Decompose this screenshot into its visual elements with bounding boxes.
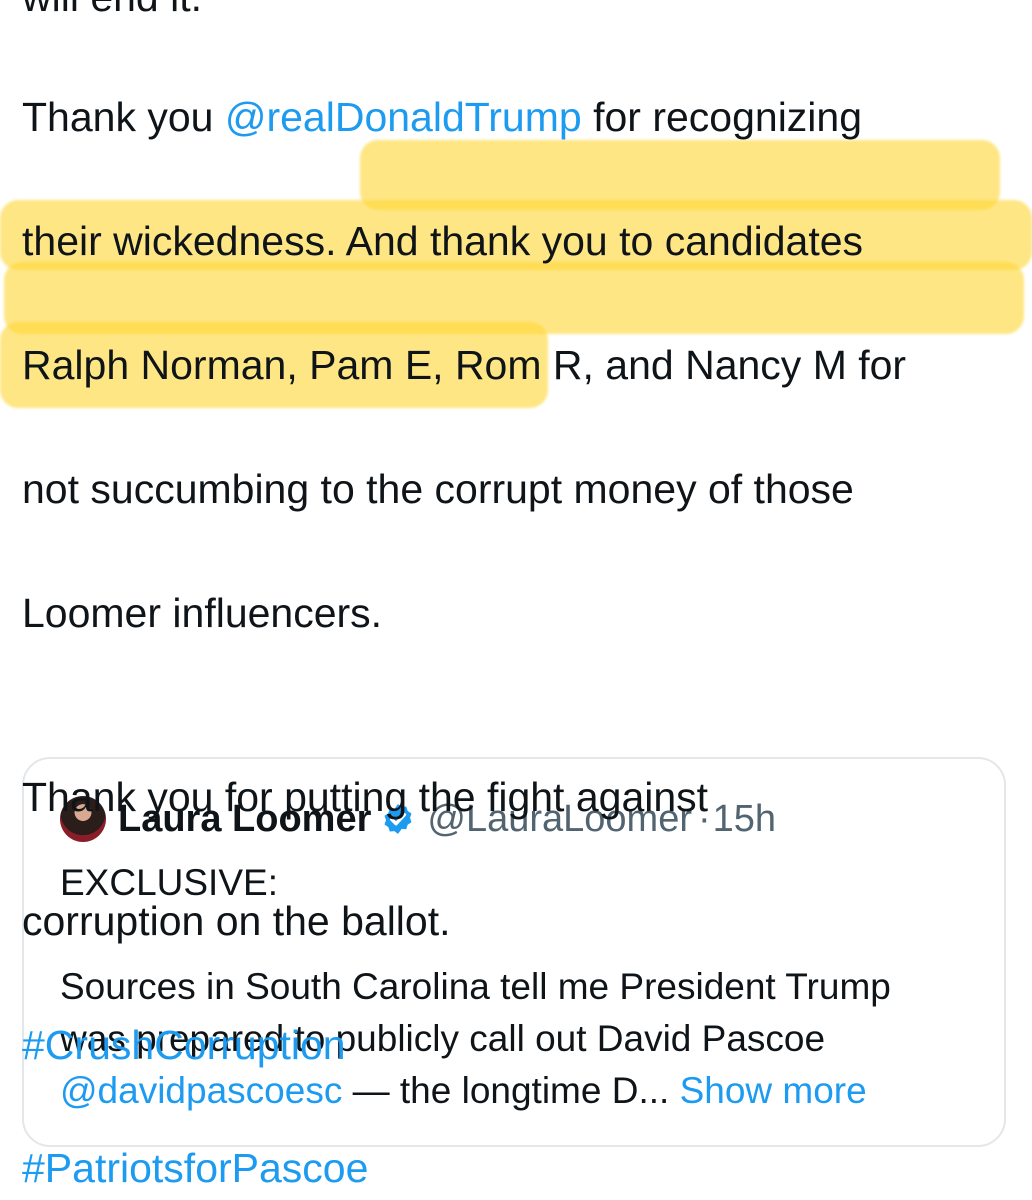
tweet-text: for recognizing: [581, 94, 863, 140]
hashtag-crushcorruption[interactable]: #CrushCorruption: [22, 1022, 346, 1068]
quoted-tweet-text: — the longtime D...: [342, 1070, 670, 1111]
hashtag-patriotsforpascoe[interactable]: #PatriotsforPascoe: [22, 1145, 368, 1191]
tweet-text: Loomer influencers.: [22, 590, 383, 636]
tweet-line: Loomer influencers.: [22, 582, 1012, 644]
quoted-tweet-line: Sources in South Carolina tell me Presid…: [60, 961, 891, 1013]
tweet-line: corruption on the ballot.: [22, 890, 1012, 952]
tweet-line: Ralph Norman, Pam E, Rom R, and Nancy M …: [22, 334, 1012, 396]
tweet-text: Thank you for putting the fight against: [22, 774, 709, 820]
tweet-text: . And thank you to candidates: [325, 218, 864, 264]
tweet-text: Ralph Norman, Pam E, Rom R, and Nancy M …: [22, 342, 907, 388]
mention-link-davidpascoesc[interactable]: @davidpascoesc: [60, 1070, 342, 1111]
show-more-link[interactable]: Show more: [669, 1070, 867, 1111]
tweet-body: Thank you @realDonaldTrump for recognizi…: [22, 0, 1012, 1191]
tweet-text: Thank you: [22, 94, 225, 140]
tweet-text: not succumbing to the corrupt money of t…: [22, 466, 854, 512]
quoted-tweet-text: Sources in South Carolina tell me Presid…: [60, 966, 891, 1007]
hashtag-line: #PatriotsforPascoe: [22, 1137, 1012, 1199]
hashtag-line: #CrushCorruption: [22, 1014, 1012, 1076]
tweet-text: corruption on the ballot.: [22, 898, 451, 944]
tweet-line: Thank you @realDonaldTrump for recognizi…: [22, 86, 1012, 148]
tweet-line: Thank you for putting the fight against: [22, 766, 1012, 828]
tweet-line: not succumbing to the corrupt money of t…: [22, 458, 1012, 520]
mention-link-realdonaldtrump[interactable]: @realDonaldTrump: [225, 94, 582, 140]
tweet-line: their wickedness. And thank you to candi…: [22, 210, 1012, 272]
tweet-text: their wickedness: [22, 218, 326, 264]
